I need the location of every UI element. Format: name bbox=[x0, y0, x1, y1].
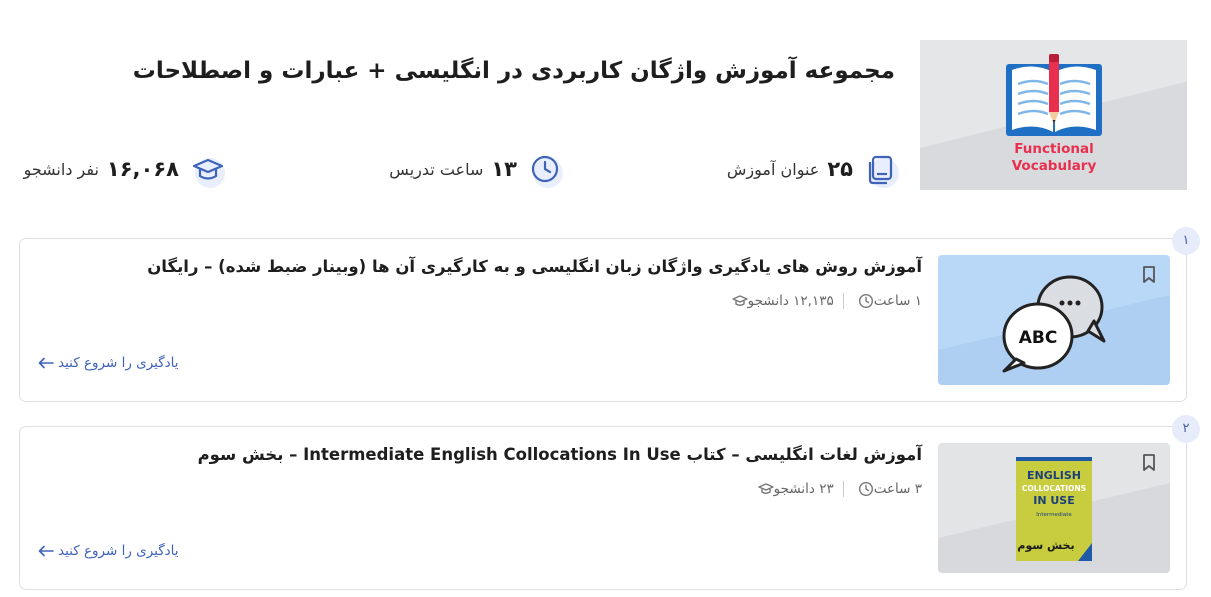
bookmark-icon[interactable] bbox=[1140, 453, 1158, 473]
lesson-title[interactable]: آموزش لغات انگلیسی – کتاب Intermediate E… bbox=[198, 445, 922, 464]
stacked-pages-icon bbox=[863, 150, 901, 188]
book-part: بخش سوم bbox=[1017, 539, 1074, 552]
book-cover-icon: ENGLISH COLLOCATIONS IN USE Intermediate… bbox=[938, 457, 1170, 573]
stat-lessons: ۲۵ عنوان آموزش bbox=[727, 149, 901, 189]
lesson-thumbnail[interactable]: ABC bbox=[938, 255, 1170, 385]
start-learning-label: یادگیری را شروع کنید bbox=[58, 543, 179, 559]
stat-hours-unit: ساعت تدریس bbox=[389, 159, 484, 179]
lesson-index-badge: ۲ bbox=[1172, 415, 1200, 443]
graduation-cap-icon bbox=[757, 483, 774, 494]
clock-icon bbox=[858, 293, 873, 309]
arrow-left-icon bbox=[38, 545, 54, 557]
start-learning-label: یادگیری را شروع کنید bbox=[58, 355, 179, 371]
book-level: Intermediate bbox=[1036, 512, 1072, 518]
course-cover-image: Functional Vocabulary bbox=[920, 40, 1187, 190]
lesson-thumbnail[interactable]: ENGLISH COLLOCATIONS IN USE Intermediate… bbox=[938, 443, 1170, 573]
clock-icon bbox=[858, 481, 873, 497]
book-title-line2: COLLOCATIONS bbox=[1022, 484, 1086, 493]
lesson-students-text: ۱۲,۱۳۵ دانشجو bbox=[747, 293, 834, 309]
start-learning-link[interactable]: یادگیری را شروع کنید bbox=[38, 355, 179, 371]
stat-students-value: ۱۶,۰۶۸ bbox=[106, 157, 179, 181]
lesson-duration: ۳ ساعت bbox=[853, 481, 922, 497]
lesson-index-badge: ۱ bbox=[1172, 227, 1200, 255]
lesson-students: ۲۳ دانشجو bbox=[753, 481, 834, 497]
lesson-duration: ۱ ساعت bbox=[853, 293, 922, 309]
stat-lessons-unit: عنوان آموزش bbox=[726, 159, 820, 179]
lesson-meta: ۲۳ دانشجو ۳ ساعت bbox=[753, 481, 922, 497]
lesson-card[interactable]: ENGLISH COLLOCATIONS IN USE Intermediate… bbox=[19, 426, 1187, 590]
meta-divider bbox=[842, 481, 844, 497]
lesson-students: ۱۲,۱۳۵ دانشجو bbox=[727, 293, 834, 309]
book-title-line1: ENGLISH bbox=[1027, 469, 1081, 482]
stat-hours-value: ۱۳ bbox=[491, 157, 517, 181]
graduation-cap-icon bbox=[189, 150, 227, 188]
speech-bubbles-icon: ABC bbox=[938, 275, 1170, 385]
cover-title-line2: Vocabulary bbox=[1011, 158, 1097, 174]
lesson-duration-text: ۱ ساعت bbox=[873, 293, 922, 309]
lesson-students-text: ۲۳ دانشجو bbox=[773, 481, 834, 497]
stat-lessons-value: ۲۵ bbox=[827, 157, 853, 181]
meta-divider bbox=[842, 293, 844, 309]
book-title-line3: IN USE bbox=[1033, 494, 1075, 507]
stat-hours: ۱۳ ساعت تدریس bbox=[389, 149, 565, 189]
lesson-title[interactable]: آموزش روش های یادگیری واژگان زبان انگلیس… bbox=[147, 257, 922, 276]
arrow-left-icon bbox=[38, 357, 54, 369]
cover-title-line1: Functional bbox=[1014, 141, 1094, 157]
course-title: مجموعه آموزش واژگان کاربردی در انگلیسی +… bbox=[132, 58, 895, 84]
graduation-cap-icon bbox=[731, 295, 748, 306]
lesson-duration-text: ۳ ساعت bbox=[873, 481, 922, 497]
bookmark-icon[interactable] bbox=[1140, 265, 1158, 285]
stat-students: ۱۶,۰۶۸ نفر دانشجو bbox=[24, 149, 227, 189]
start-learning-link[interactable]: یادگیری را شروع کنید bbox=[38, 543, 179, 559]
lesson-card[interactable]: ABC آموزش روش های یادگیری واژگان زبان ان… bbox=[19, 238, 1187, 402]
open-book-icon bbox=[1006, 54, 1102, 136]
stat-students-unit: نفر دانشجو bbox=[23, 159, 99, 179]
clock-icon bbox=[527, 150, 565, 188]
thumbnail-abc-text: ABC bbox=[1019, 328, 1058, 348]
lesson-meta: ۱۲,۱۳۵ دانشجو ۱ ساعت bbox=[727, 293, 922, 309]
